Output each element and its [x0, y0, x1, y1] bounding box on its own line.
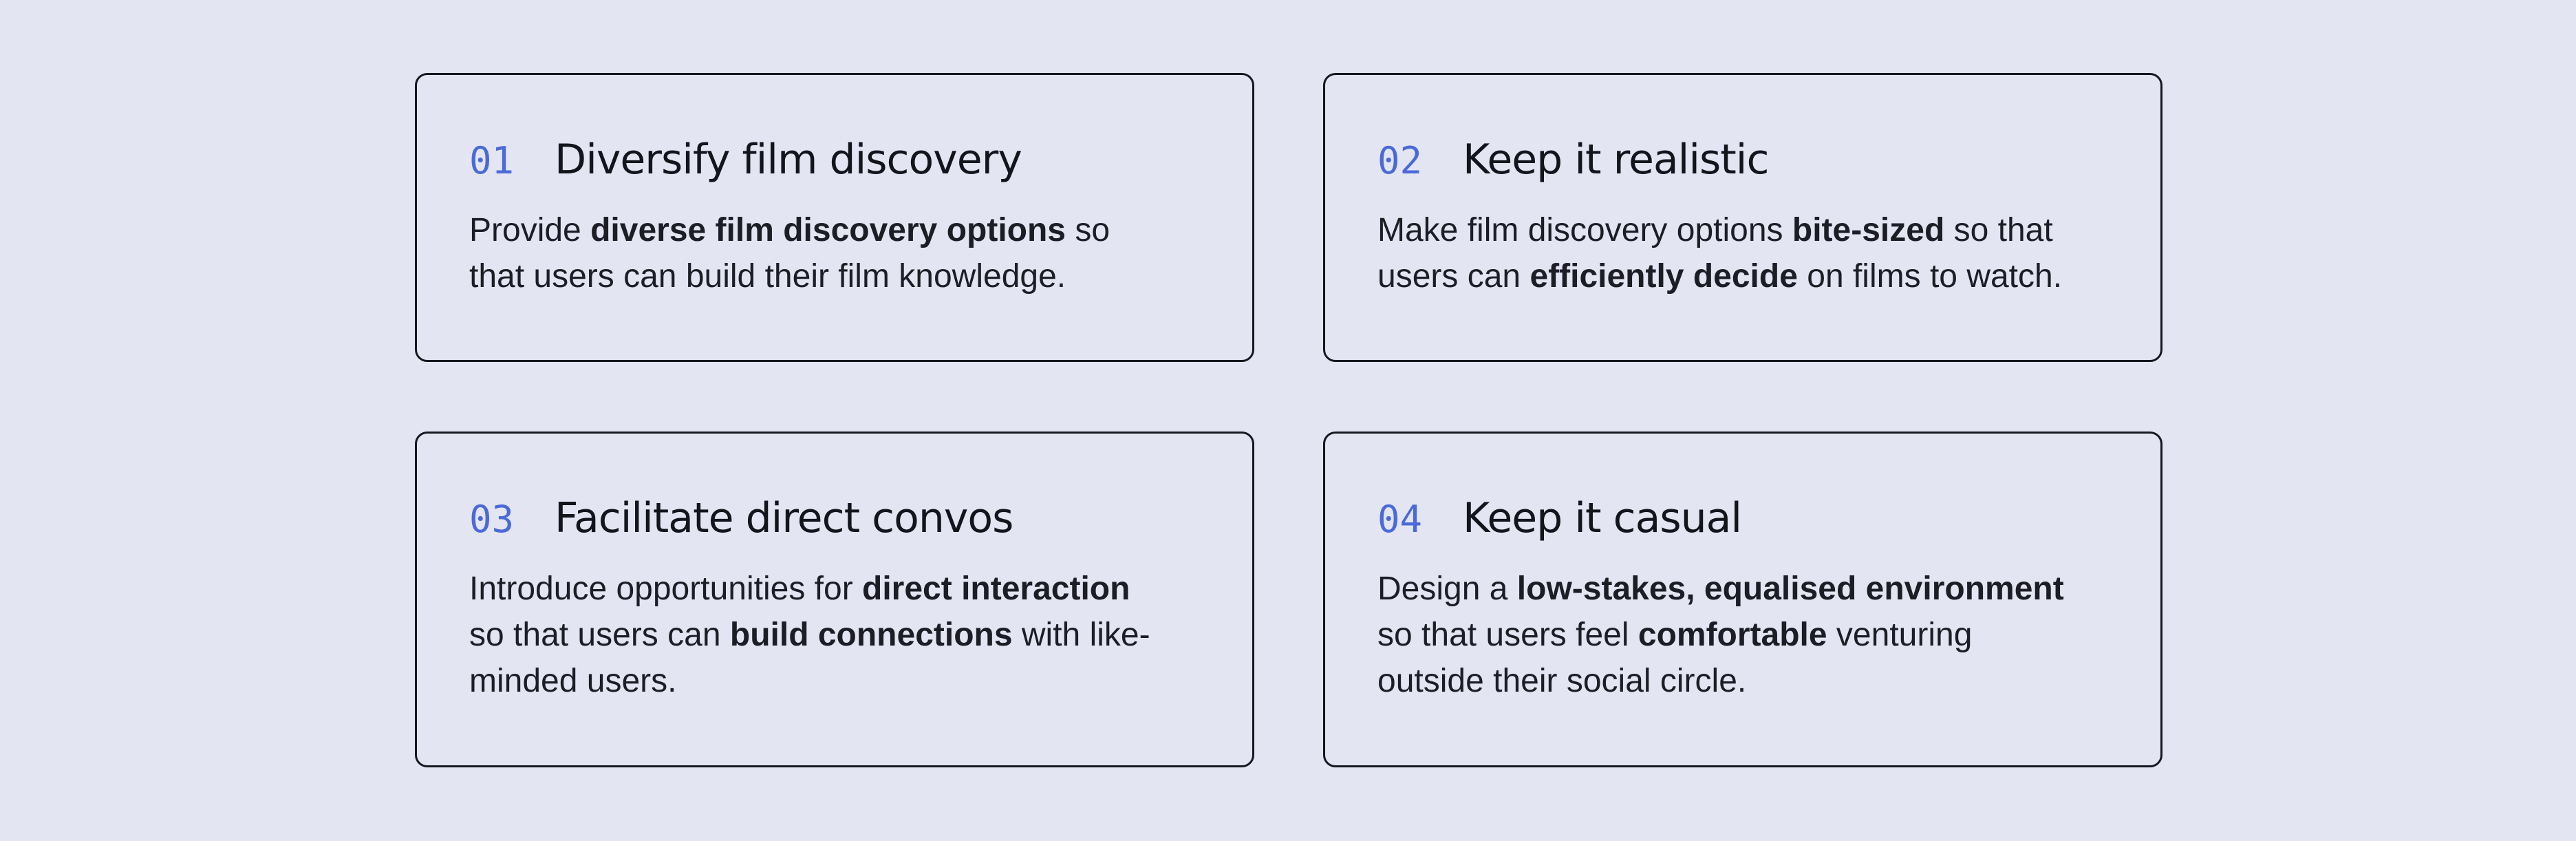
- card-description-emphasis: comfortable: [1638, 617, 1827, 653]
- card-title: Diversify film discovery: [555, 136, 1022, 184]
- card-description-emphasis: build connections: [729, 617, 1013, 653]
- card-description: Introduce opportunities for direct inter…: [469, 566, 1164, 704]
- card-number: 04: [1377, 498, 1423, 541]
- card-heading: 01 Diversify film discovery: [469, 136, 1200, 184]
- card-heading: 03 Facilitate direct convos: [469, 494, 1200, 542]
- card-number: 01: [469, 139, 515, 182]
- card-description-emphasis: direct interaction: [862, 571, 1130, 607]
- principle-card-3: 03 Facilitate direct convos Introduce op…: [415, 432, 1254, 767]
- card-heading: 02 Keep it realistic: [1377, 136, 2108, 184]
- card-description: Design a low-stakes, equalised environme…: [1377, 566, 2072, 704]
- principle-card-1: 01 Diversify film discovery Provide dive…: [415, 73, 1254, 362]
- card-description-text: Design a: [1377, 571, 1517, 607]
- card-description-emphasis: bite-sized: [1792, 212, 1945, 248]
- card-description-text: so that users can: [469, 617, 730, 653]
- card-description-emphasis: diverse film discovery options: [590, 212, 1066, 248]
- principle-card-2: 02 Keep it realistic Make film discovery…: [1323, 73, 2162, 362]
- card-title: Keep it casual: [1463, 494, 1742, 542]
- card-number: 02: [1377, 139, 1423, 182]
- card-description-text: on films to watch.: [1797, 258, 2063, 295]
- card-description-emphasis: low-stakes, equalised environment: [1516, 571, 2064, 607]
- card-description-emphasis: efficiently decide: [1530, 258, 1798, 295]
- card-description: Provide diverse film discovery options s…: [469, 207, 1164, 299]
- card-description-text: Provide: [469, 212, 591, 248]
- card-heading: 04 Keep it casual: [1377, 494, 2108, 542]
- card-title: Keep it realistic: [1463, 136, 1769, 184]
- card-title: Facilitate direct convos: [555, 494, 1013, 542]
- card-number: 03: [469, 498, 515, 541]
- card-description-text: Make film discovery options: [1377, 212, 1792, 248]
- card-description-text: Introduce opportunities for: [469, 571, 863, 607]
- principle-card-4: 04 Keep it casual Design a low-stakes, e…: [1323, 432, 2162, 767]
- card-description-text: so that users feel: [1377, 617, 1638, 653]
- card-description: Make film discovery options bite-sized s…: [1377, 207, 2072, 299]
